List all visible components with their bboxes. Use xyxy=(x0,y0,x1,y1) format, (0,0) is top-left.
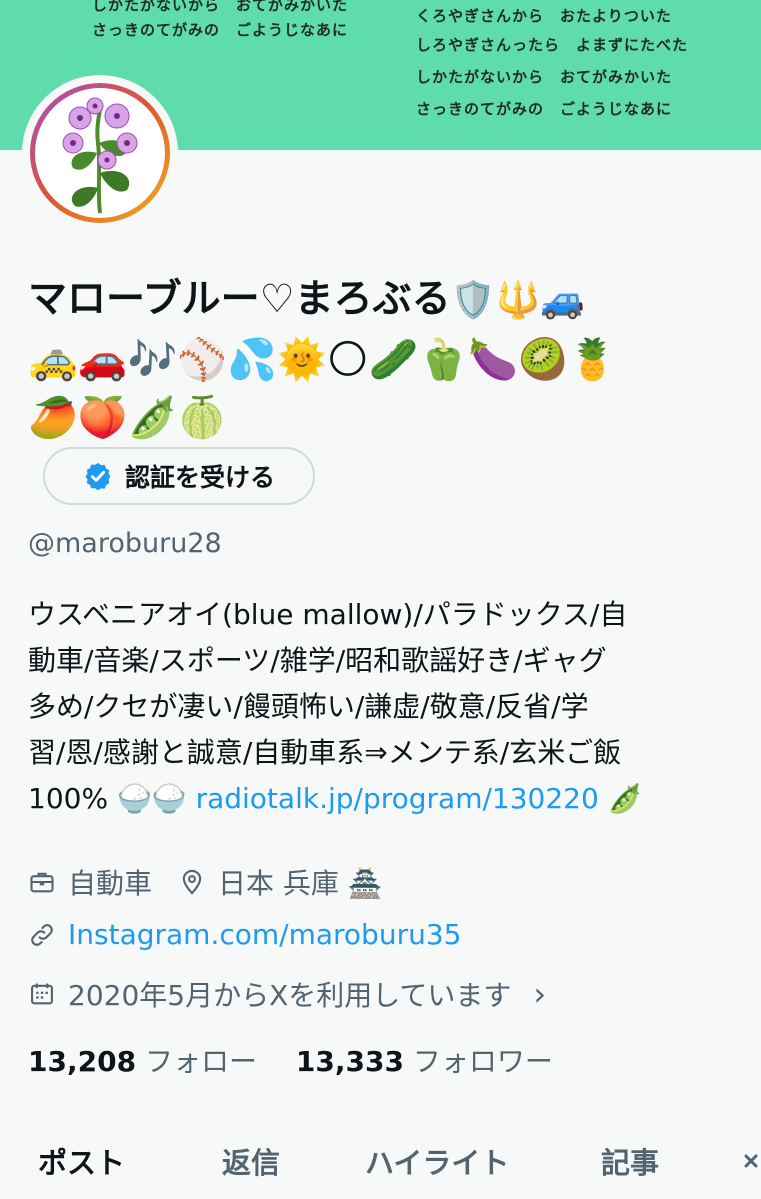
tab-articles[interactable]: 記事 xyxy=(601,1140,659,1182)
followers-label: フォロワー xyxy=(412,1045,553,1078)
link-icon xyxy=(31,923,53,946)
banner-text-line: くろやぎさんから おたよりついた xyxy=(416,7,672,25)
profile-website-row: Instagram.com/maroburu35 xyxy=(28,918,461,951)
bio-link[interactable]: radiotalk.jp/program/130220 xyxy=(196,782,599,815)
bio-line: 習/恩/感謝と誠意/自動車系⇒メンテ系/玄米ご飯 xyxy=(28,736,622,769)
chevron-right-icon: › xyxy=(533,975,547,1013)
briefcase-icon xyxy=(30,872,54,893)
profile-website-link[interactable]: Instagram.com/maroburu35 xyxy=(68,918,461,951)
followers-count: 13,333 xyxy=(295,1045,404,1078)
avatar-image xyxy=(30,83,170,223)
tab-replies[interactable]: 返信 xyxy=(222,1140,280,1182)
following-count: 13,208 xyxy=(28,1045,137,1078)
display-name: マローブルー♡まろぶる🛡️🔱🚙 xyxy=(28,272,728,329)
following-label: フォロー xyxy=(144,1045,257,1078)
followers-stat[interactable]: 13,333 フォロワー xyxy=(296,1045,553,1078)
profile-bio: ウスベニアオイ(blue mallow)/パラドックス/自 動車/音楽/スポーツ… xyxy=(28,592,738,822)
profile-joined-date: 2020年5月からXを利用しています xyxy=(68,979,512,1012)
location-pin-icon xyxy=(182,869,202,895)
profile-tabs: ポスト 返信 ハイライト 記事 xyxy=(0,1120,761,1199)
get-verified-button[interactable]: 認証を受ける xyxy=(43,447,315,505)
bio-line: 動車/音楽/スポーツ/雑学/昭和歌謡好き/ギャグ xyxy=(28,644,607,677)
display-name-emoji-row: 🚕🚗🎶⚾💦🌞🌕🥒🫑🍆🥝🍍 xyxy=(28,337,618,383)
banner-text-line: しろやぎさんったら よまずにたべた xyxy=(416,36,689,54)
display-name-text: マローブルー♡まろぶる xyxy=(28,277,451,322)
tabs-scroll-right-icon[interactable] xyxy=(742,1150,761,1176)
calendar-icon xyxy=(31,983,53,1005)
profile-category: 自動車 xyxy=(68,867,153,900)
tab-posts[interactable]: ポスト xyxy=(38,1140,125,1182)
bio-line: 100% 🍚🍚 radiotalk.jp/program/130220 🫛 xyxy=(28,776,738,822)
profile-joined-row[interactable]: 2020年5月からXを利用しています › xyxy=(28,974,546,1014)
display-name-emoji-row: 🥭🍑🫛🍈 xyxy=(28,395,228,441)
tab-highlights[interactable]: ハイライト xyxy=(365,1140,509,1182)
profile-location: 日本 兵庫 🏯 xyxy=(218,867,383,900)
bio-text: 🫛 xyxy=(598,782,643,815)
banner-text-line: さっきのてがみの ごようじなあに xyxy=(92,21,349,39)
bio-text: 100% 🍚🍚 xyxy=(28,782,196,815)
profile-meta-row: 自動車 日本 兵庫 🏯 xyxy=(28,862,383,902)
bio-line: 多め/クセが凄い/饅頭怖い/謙虚/敬意/反省/学 xyxy=(28,690,589,723)
banner-text-line: しかたがないから おてがみかいた xyxy=(92,0,349,14)
bio-line: ウスベニアオイ(blue mallow)/パラドックス/自 xyxy=(28,598,628,631)
follow-stats: 13,208 フォロー 13,333 フォロワー xyxy=(28,1040,553,1080)
user-handle: @maroburu28 xyxy=(28,528,222,559)
following-stat[interactable]: 13,208 フォロー xyxy=(28,1045,257,1078)
mallow-flower-image xyxy=(62,97,138,214)
get-verified-label: 認証を受ける xyxy=(124,463,275,492)
avatar[interactable] xyxy=(22,75,178,231)
verified-badge-icon xyxy=(85,462,111,491)
banner-text-line: さっきのてがみの ごようじなあに xyxy=(416,100,673,118)
display-name-emoji: 🛡️🔱🚙 xyxy=(450,280,586,321)
banner-text-line: しかたがないから おてがみかいた xyxy=(416,68,673,86)
